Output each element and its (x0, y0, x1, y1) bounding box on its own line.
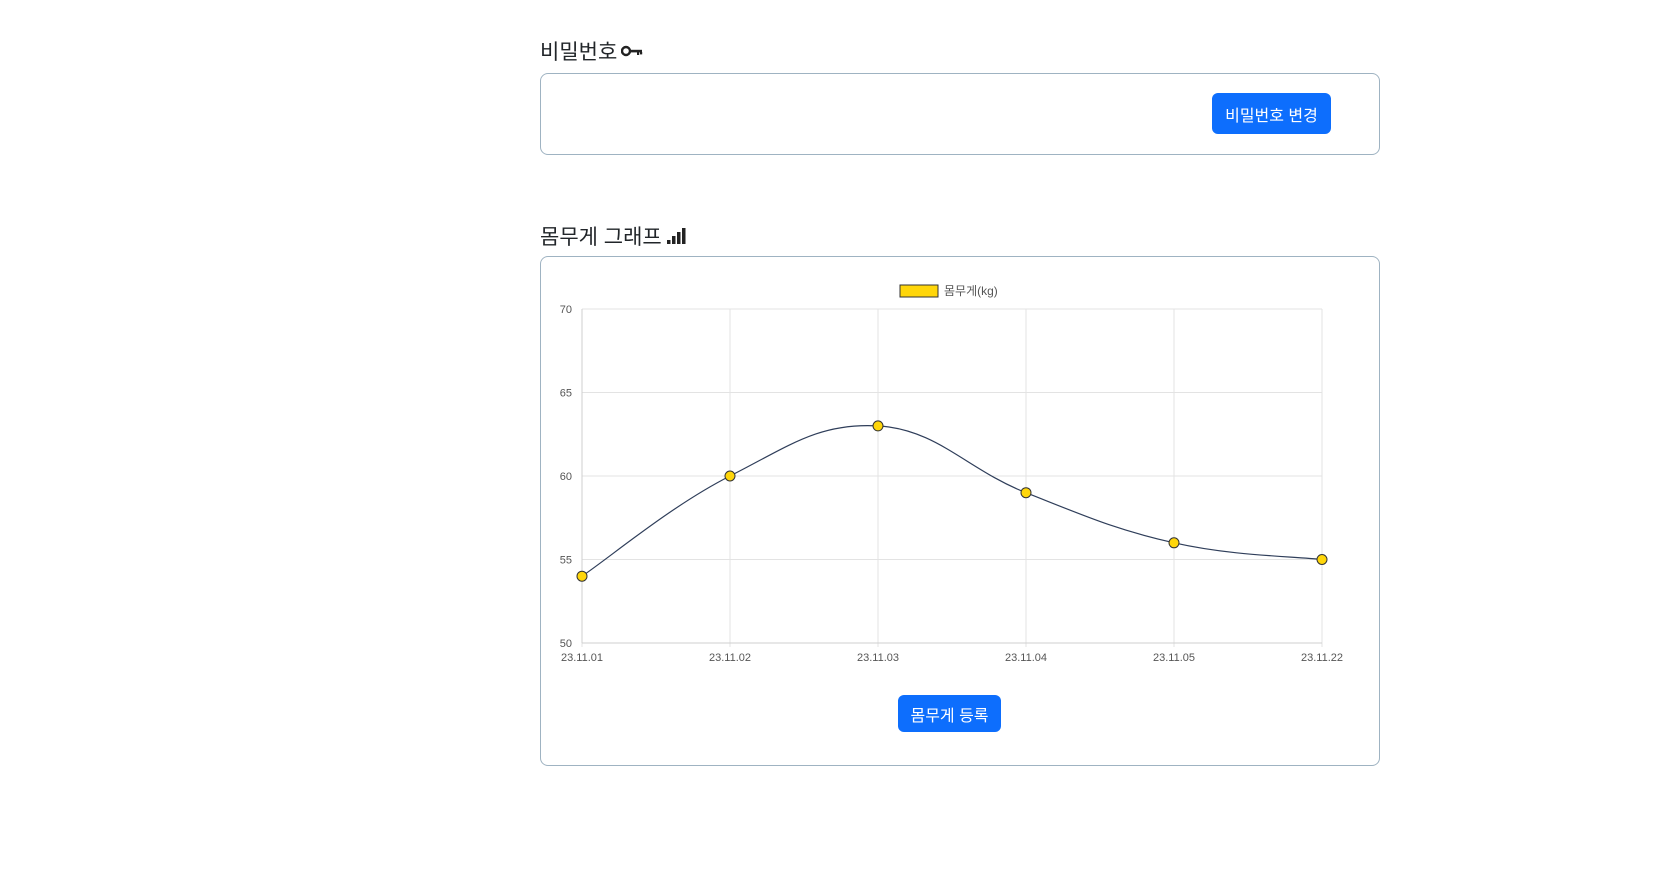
y-tick-label: 70 (560, 304, 572, 316)
x-tick-label: 23.11.05 (1153, 652, 1195, 664)
password-title-text: 비밀번호 (540, 41, 618, 64)
legend-swatch (899, 284, 939, 298)
weight-data-point (1168, 537, 1180, 549)
weight-data-point (724, 470, 736, 482)
password-card: 비밀번호 변경 (540, 73, 1380, 155)
weight-data-point (1316, 554, 1328, 565)
weight-data-point (872, 420, 884, 432)
weight-data-point (1020, 487, 1032, 499)
bar-chart-icon (665, 227, 686, 245)
key-icon (621, 44, 643, 58)
x-tick-label: 23.11.02 (709, 652, 751, 664)
password-section-title: 비밀번호 (540, 36, 643, 66)
weight-data-point (576, 570, 588, 582)
register-weight-button[interactable]: 몸무게 등록 (898, 695, 1001, 732)
weight-line-chart: 50 55 60 65 70 23.11.01 23.11.02 23.11.03 23.11.… (560, 284, 1343, 664)
x-tick-label: 23.11.01 (561, 652, 603, 664)
y-tick-label: 60 (560, 471, 572, 483)
y-tick-label: 50 (560, 638, 572, 650)
x-tick-label: 23.11.04 (1005, 652, 1047, 664)
weight-chart-card: 50 55 60 65 70 23.11.01 23.11.02 23.11.03 23.11.… (540, 256, 1380, 766)
y-tick-label: 65 (560, 388, 572, 400)
weight-section-title: 몸무게 그래프 (540, 221, 686, 251)
x-tick-label: 23.11.22 (1301, 652, 1343, 664)
weight-title-text: 몸무게 그래프 (540, 226, 662, 249)
y-tick-label: 55 (560, 555, 572, 567)
weight-series-line (581, 424, 1323, 577)
legend-label: 몸무게(kg) (944, 284, 998, 298)
change-password-button[interactable]: 비밀번호 변경 (1212, 93, 1331, 134)
x-tick-label: 23.11.03 (857, 652, 899, 664)
